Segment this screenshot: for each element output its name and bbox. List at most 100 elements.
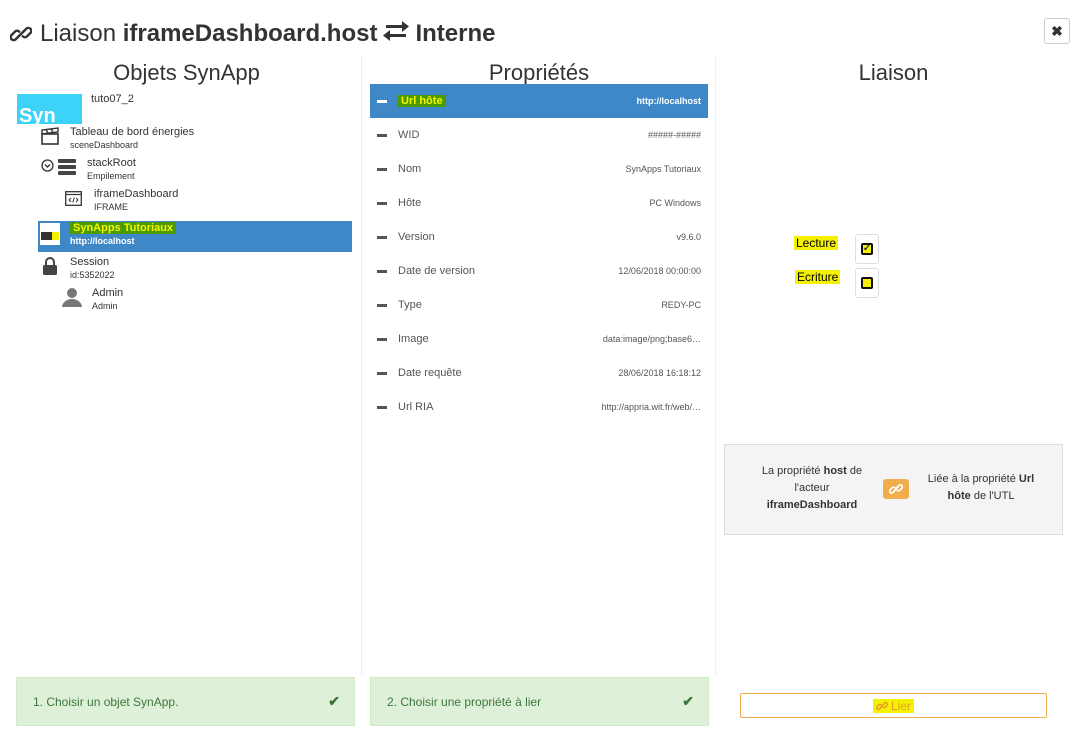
step-1-text: 1. Choisir un objet SynApp.: [33, 694, 179, 709]
property-value: http://appria.wit.fr/web/…: [601, 402, 701, 412]
liaison-column-title: Liaison: [858, 60, 929, 85]
property-value: data:image/png;base6…: [602, 334, 701, 344]
summary-text: de l'UTL: [970, 490, 1015, 502]
summary-text: Liée à la propriété: [927, 473, 1019, 485]
write-label: Ecriture: [795, 270, 841, 284]
read-checkbox[interactable]: ✓: [855, 234, 879, 264]
property-row[interactable]: Image data:image/png;base6…: [370, 322, 708, 356]
link-icon: [875, 700, 888, 712]
property-name: Type: [398, 299, 422, 311]
link-icon: [8, 21, 34, 47]
property-name: Version: [398, 231, 435, 243]
step-2-status: 2. Choisir une propriété à lier ✔: [370, 677, 709, 726]
tree-item-sub: IFRAME: [94, 202, 129, 212]
dash-icon: [377, 201, 387, 205]
property-value: v9.6.0: [676, 232, 701, 242]
property-row[interactable]: Nom SynApps Tutoriaux: [370, 152, 708, 186]
exchange-icon: [383, 20, 410, 48]
summary-actor: iframeDashboard: [766, 499, 858, 511]
property-row-url-hote[interactable]: Url hôte http://localhost: [370, 84, 708, 118]
user-icon: [62, 287, 82, 307]
property-row[interactable]: Date de version 12/06/2018 00:00:00: [370, 254, 708, 288]
checked-icon: ✓: [861, 243, 873, 255]
dialog-title: Liaison iframeDashboard.host Interne: [8, 14, 495, 54]
property-name: Url RIA: [398, 401, 434, 413]
dash-icon: [377, 405, 387, 409]
title-prefix: Liaison: [40, 20, 117, 47]
property-value: PC Windows: [649, 198, 701, 208]
tree-item-label: SynApps Tutoriaux: [70, 222, 177, 234]
code-window-icon: [65, 191, 83, 209]
unchecked-icon: [861, 277, 873, 289]
property-row[interactable]: Hôte PC Windows: [370, 186, 708, 220]
tree-item-label: iframeDashboard: [94, 188, 179, 200]
dash-icon: [377, 133, 387, 137]
property-name: Image: [398, 333, 429, 345]
property-value: 12/06/2018 00:00:00: [618, 266, 701, 276]
tree-item-stack[interactable]: stackRoot Empilement: [41, 157, 136, 181]
link-summary-box: La propriété host de l'acteur iframeDash…: [724, 444, 1063, 535]
title-target: Interne: [415, 20, 496, 47]
tree-root-label: tuto07_2: [91, 93, 134, 105]
column-divider: [361, 56, 362, 676]
synapps-logo: Syn: [17, 94, 82, 124]
properties-column-title: Propriétés: [488, 60, 590, 85]
dash-icon: [377, 167, 387, 171]
clapperboard-icon: [40, 126, 60, 146]
property-name: Nom: [398, 163, 422, 175]
property-name: Hôte: [398, 197, 422, 209]
dash-icon: [377, 235, 387, 239]
dash-icon: [377, 99, 387, 103]
property-value: SynApps Tutoriaux: [625, 164, 701, 174]
property-value: http://localhost: [636, 96, 702, 106]
write-checkbox[interactable]: [855, 268, 879, 298]
property-row[interactable]: Version v9.6.0: [370, 220, 708, 254]
tree-item-iframe[interactable]: iframeDashboard IFRAME: [65, 188, 178, 212]
summary-text: La propriété: [761, 465, 824, 477]
tree-item-sub: Admin: [92, 301, 118, 311]
check-icon: ✔: [682, 693, 694, 709]
tree-item-sub: http://localhost: [70, 236, 135, 246]
dash-icon: [377, 303, 387, 307]
tree-item-admin[interactable]: Admin Admin: [62, 287, 123, 311]
read-label: Lecture: [794, 236, 839, 250]
title-source: iframeDashboard.host: [122, 20, 378, 47]
property-value: REDY-PC: [661, 300, 701, 310]
tree-item-sub: sceneDashboard: [70, 140, 139, 150]
close-button[interactable]: ✖: [1044, 18, 1070, 44]
column-divider: [715, 56, 716, 676]
stack-icon: [58, 157, 76, 177]
property-row[interactable]: Type REDY-PC: [370, 288, 708, 322]
lier-button[interactable]: Lier: [740, 693, 1047, 718]
link-icon: [883, 479, 909, 499]
objects-column-title: Objets SynApp: [113, 60, 260, 85]
tree-item-label: Admin: [92, 287, 124, 299]
tree-item-sub: id:5352022: [70, 270, 115, 280]
property-name: Date de version: [398, 265, 476, 277]
property-row[interactable]: Date requête 28/06/2018 16:18:12: [370, 356, 708, 390]
property-name: WID: [398, 129, 420, 141]
tree-item-session[interactable]: Session id:5352022: [42, 256, 115, 280]
tree-root[interactable]: tuto07_2: [91, 93, 134, 105]
chevron-down-icon[interactable]: [41, 159, 55, 173]
lier-label: Lier: [890, 698, 911, 713]
tree-item-synapps[interactable]: SynApps Tutoriaux http://localhost: [40, 222, 177, 246]
link-summary-source: La propriété host de l'acteur iframeDash…: [753, 463, 871, 514]
tree-item-label: stackRoot: [87, 157, 136, 169]
tree-item-label: Tableau de bord énergies: [70, 126, 195, 138]
tree-item-sub: Empilement: [87, 171, 135, 181]
step-2-text: 2. Choisir une propriété à lier: [387, 694, 542, 709]
property-value: #####-#####: [647, 130, 701, 140]
property-row[interactable]: Url RIA http://appria.wit.fr/web/…: [370, 390, 708, 424]
property-name: Url hôte: [398, 95, 446, 107]
dash-icon: [377, 269, 387, 273]
property-name: Date requête: [398, 367, 462, 379]
tree-item-scene[interactable]: Tableau de bord énergies sceneDashboard: [40, 126, 194, 150]
summary-property: host: [823, 465, 847, 477]
property-row[interactable]: WID #####-#####: [370, 118, 708, 152]
synapps-app-icon: [40, 223, 60, 245]
property-value: 28/06/2018 16:18:12: [618, 368, 701, 378]
tree-item-label: Session: [70, 256, 110, 268]
link-summary-target: Liée à la propriété Url hôte de l'UTL: [915, 471, 1047, 505]
dash-icon: [377, 371, 387, 375]
